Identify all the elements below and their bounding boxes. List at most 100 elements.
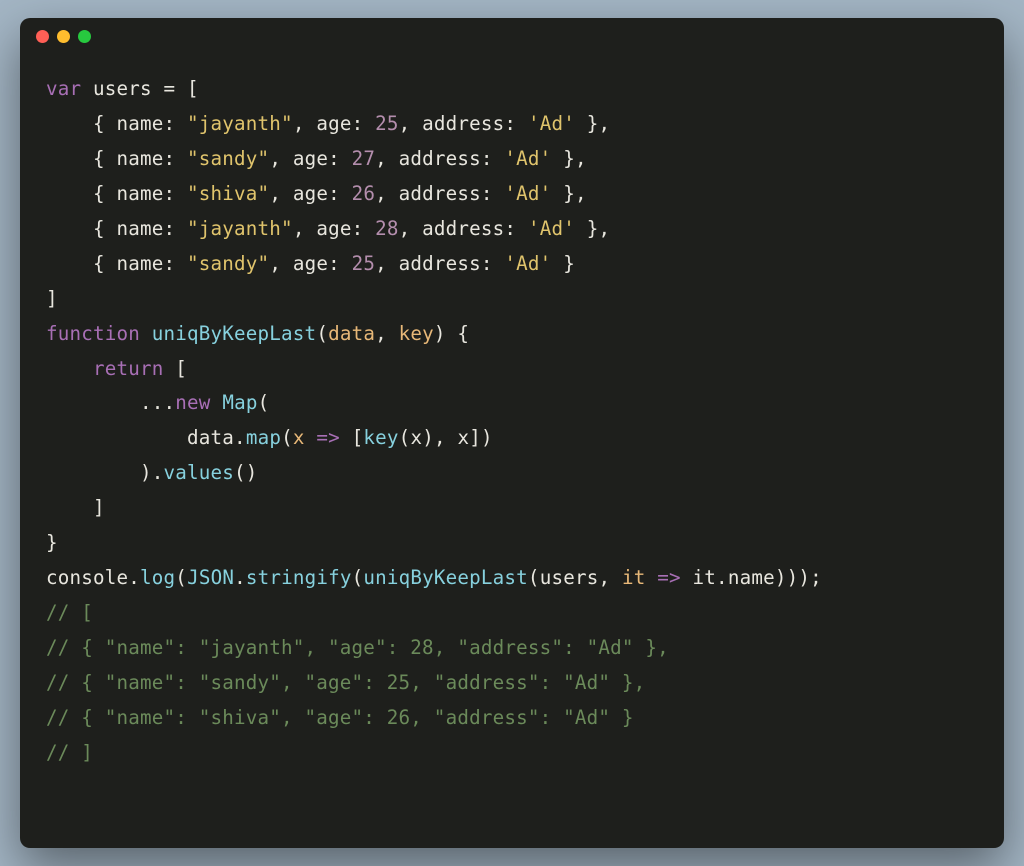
token-punc: [: [164, 357, 188, 380]
token-cmt: // [: [46, 601, 93, 624]
token-punc: :: [328, 252, 352, 275]
token-punc: [645, 566, 657, 589]
code-line: var users = [: [46, 77, 199, 100]
token-punc: ,: [269, 147, 293, 170]
close-icon[interactable]: [36, 30, 49, 43]
token-kw: =>: [316, 426, 340, 449]
token-punc: }: [46, 531, 58, 554]
token-punc: ) {: [434, 322, 469, 345]
token-cmt: // { "name": "shiva", "age": 26, "addres…: [46, 706, 634, 729]
token-ident: data: [187, 426, 234, 449]
code-window: var users = [ { name: "jayanth", age: 25…: [20, 18, 1004, 848]
token-punc: ,: [375, 252, 399, 275]
token-punc: :: [328, 147, 352, 170]
token-str: 'Ad': [504, 182, 551, 205]
token-fn: map: [246, 426, 281, 449]
token-ident: users: [540, 566, 599, 589]
zoom-icon[interactable]: [78, 30, 91, 43]
code-line: return [: [46, 357, 187, 380]
token-str: "sandy": [187, 147, 269, 170]
token-punc: ,: [598, 566, 622, 589]
token-punc: :: [352, 217, 376, 240]
token-punc: :: [164, 112, 188, 135]
token-punc: [46, 357, 93, 380]
code-line: // { "name": "jayanth", "age": 28, "addr…: [46, 636, 669, 659]
token-punc: },: [575, 217, 610, 240]
code-block: var users = [ { name: "jayanth", age: 25…: [20, 54, 1004, 797]
token-punc: :: [481, 252, 505, 275]
token-objkey: name: [117, 182, 164, 205]
code-line: function uniqByKeepLast(data, key) {: [46, 322, 469, 345]
token-punc: :: [164, 147, 188, 170]
token-punc: (): [234, 461, 258, 484]
token-param: x: [293, 426, 305, 449]
token-punc: .: [234, 566, 246, 589]
token-str: 'Ad': [528, 112, 575, 135]
token-punc: :: [352, 112, 376, 135]
token-punc: .: [128, 566, 140, 589]
token-fn: log: [140, 566, 175, 589]
token-punc: ,: [293, 112, 317, 135]
token-punc: :: [504, 112, 528, 135]
token-objkey: age: [316, 217, 351, 240]
token-fn: values: [164, 461, 235, 484]
token-punc: ,: [375, 182, 399, 205]
code-line: { name: "jayanth", age: 25, address: 'Ad…: [46, 112, 610, 135]
token-cmt: // ]: [46, 741, 93, 764]
token-punc: (: [316, 322, 328, 345]
token-punc: [46, 426, 187, 449]
token-num: 25: [375, 112, 399, 135]
code-line: { name: "sandy", age: 27, address: 'Ad' …: [46, 147, 587, 170]
token-punc: ...: [46, 391, 175, 414]
code-line: ).values(): [46, 461, 258, 484]
token-punc: ,: [399, 217, 423, 240]
token-ident: x: [457, 426, 469, 449]
token-cmt: // { "name": "sandy", "age": 25, "addres…: [46, 671, 645, 694]
token-ident: x: [410, 426, 422, 449]
code-line: // { "name": "sandy", "age": 25, "addres…: [46, 671, 645, 694]
token-punc: )));: [775, 566, 822, 589]
token-kw: return: [93, 357, 164, 380]
token-kw: var: [46, 77, 81, 100]
token-punc: {: [46, 112, 117, 135]
token-param: key: [399, 322, 434, 345]
token-objkey: age: [316, 112, 351, 135]
token-str: 'Ad': [504, 252, 551, 275]
token-punc: [305, 426, 317, 449]
token-punc: (: [528, 566, 540, 589]
token-punc: ,: [293, 217, 317, 240]
code-line: // [: [46, 601, 93, 624]
token-punc: {: [46, 147, 117, 170]
token-num: 27: [352, 147, 376, 170]
code-line: }: [46, 531, 58, 554]
token-objkey: name: [117, 147, 164, 170]
token-punc: ),: [422, 426, 457, 449]
token-punc: {: [46, 217, 117, 240]
token-param: it: [622, 566, 646, 589]
token-punc: [140, 322, 152, 345]
token-num: 28: [375, 217, 399, 240]
token-punc: ,: [375, 147, 399, 170]
token-punc: [: [340, 426, 364, 449]
token-punc: :: [504, 217, 528, 240]
token-fn: uniqByKeepLast: [152, 322, 317, 345]
token-punc: ,: [269, 252, 293, 275]
token-punc: (: [399, 426, 411, 449]
token-objkey: name: [117, 217, 164, 240]
token-kw: function: [46, 322, 140, 345]
token-objkey: address: [399, 252, 481, 275]
minimize-icon[interactable]: [57, 30, 70, 43]
code-line: { name: "shiva", age: 26, address: 'Ad' …: [46, 182, 587, 205]
token-ident: console: [46, 566, 128, 589]
token-str: "jayanth": [187, 112, 293, 135]
token-punc: .: [234, 426, 246, 449]
token-num: 25: [352, 252, 376, 275]
token-kw: new: [175, 391, 210, 414]
token-str: "shiva": [187, 182, 269, 205]
token-punc: ,: [399, 112, 423, 135]
token-str: "sandy": [187, 252, 269, 275]
token-punc: ]): [469, 426, 493, 449]
token-ident: name: [728, 566, 775, 589]
token-punc: ).: [46, 461, 164, 484]
token-punc: },: [551, 182, 586, 205]
